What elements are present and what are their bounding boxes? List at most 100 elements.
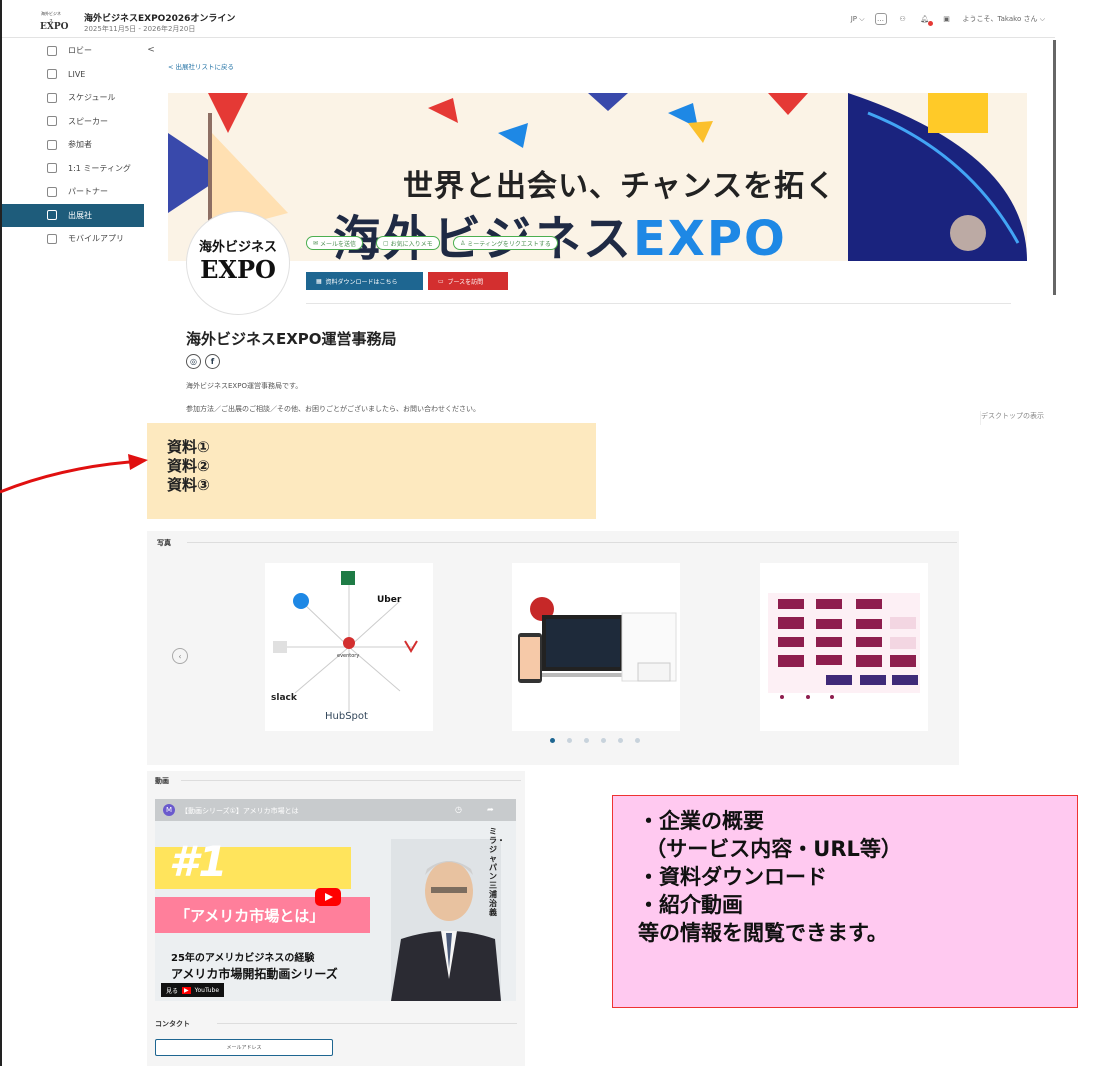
eventory-label: eventory	[337, 653, 360, 659]
carousel-dot[interactable]	[635, 738, 640, 743]
devices-mockup	[518, 597, 677, 683]
material-item[interactable]: 資料①	[167, 438, 596, 457]
memo-icon: ▢	[383, 239, 391, 247]
clock-icon[interactable]: ◷	[455, 805, 462, 814]
chat-icon[interactable]: …	[874, 13, 887, 25]
sidebar-item[interactable]: パートナー	[2, 180, 144, 204]
material-item[interactable]: 資料③	[167, 476, 596, 495]
welcome-text: ようこそ、Takako さん	[962, 15, 1038, 23]
logo-text-bottom: EXPO	[40, 22, 69, 32]
exhibitor-banner: 世界と出会い、チャンスを拓く 海外ビジネスEXPO	[168, 93, 1027, 261]
back-to-exhibitors-link[interactable]: < 出展社リストに戻る	[168, 61, 234, 71]
sidebar-item-label: スピーカー	[68, 116, 108, 126]
hubspot-label: HubSpot	[325, 711, 368, 722]
sidebar-item[interactable]: 1:1 ミーティング	[2, 157, 144, 181]
live-icon	[47, 69, 57, 80]
favorite-memo-button[interactable]: ▢ お気に入りメモ	[376, 236, 440, 250]
avatar-line2: EXPO	[200, 255, 276, 284]
photo-card[interactable]	[760, 563, 928, 731]
welcome-menu[interactable]: ようこそ、Takako さん ⌵	[963, 14, 1045, 24]
carousel-dots	[550, 738, 640, 743]
flow-diagram	[768, 593, 920, 699]
facebook-icon[interactable]: f	[205, 354, 220, 369]
calendar-icon	[47, 92, 57, 103]
exhibitor-icon	[47, 210, 57, 221]
sidebar-item[interactable]: モバイルアプリ	[2, 227, 144, 251]
watch-on-youtube[interactable]: 見る ▶ YouTube	[161, 983, 225, 997]
sidebar-item-label: 1:1 ミーティング	[68, 163, 131, 173]
sidebar-item[interactable]: スピーカー	[2, 110, 144, 134]
website-icon[interactable]: ◎	[186, 354, 201, 369]
sidebar-item[interactable]: 参加者	[2, 133, 144, 157]
sidebar-item[interactable]: スケジュール	[2, 86, 144, 110]
photo-card[interactable]: Uber eventory slack HubSpot	[265, 563, 433, 731]
sidebar-item-label: LIVE	[68, 69, 86, 79]
sidebar-item-label: モバイルアプリ	[68, 234, 124, 244]
send-mail-button[interactable]: ✉ メールを送信	[306, 236, 363, 250]
person-icon: ♙	[460, 239, 468, 247]
sidebar-item-label: 参加者	[68, 140, 92, 150]
share-icon[interactable]: ➦	[487, 805, 494, 814]
partner-icon	[47, 186, 57, 197]
bell-icon[interactable]: 🔔︎	[919, 13, 933, 26]
video-thumbnail[interactable]: M 【動画シリーズ①】アメリカ市場とは ◷ ➦ #1 「アメリカ市場とは」 25…	[155, 799, 516, 1001]
episode-number: #1	[169, 837, 228, 886]
carousel-dot[interactable]	[550, 738, 555, 743]
email-address-button[interactable]: メールアドレス	[155, 1039, 333, 1056]
presenter-name: ミラ・ジャパン三浦治義	[489, 827, 505, 917]
people-connect-icon[interactable]: ⚇	[897, 13, 909, 25]
meeting-icon	[47, 163, 57, 174]
episode-subtitle: 「アメリカ市場とは」	[175, 907, 325, 925]
sidebar-item-label: ロビー	[68, 46, 92, 56]
send-mail-label: メールを送信	[319, 240, 356, 248]
exhibitor-description-2: 参加方法／ご出展のご相談／その他、お困りごとがございましたら、お問い合わせくださ…	[186, 405, 480, 413]
presenter-image	[391, 839, 501, 1001]
mobile-icon	[47, 233, 57, 244]
slack-label: slack	[271, 693, 297, 703]
carousel-dot[interactable]	[567, 738, 572, 743]
carousel-dot[interactable]	[601, 738, 606, 743]
language-select[interactable]: JP ⌵	[851, 15, 865, 24]
section-divider	[187, 542, 957, 543]
banner-title: 海外ビジネスEXPO	[333, 199, 787, 261]
download-label: 資料ダウンロードはこちら	[325, 278, 398, 286]
visit-booth-button[interactable]: ▭ ブースを訪問	[428, 272, 508, 290]
carousel-dot[interactable]	[618, 738, 623, 743]
sidebar-item-label: パートナー	[68, 187, 108, 197]
sidebar-collapse-button[interactable]: <	[144, 42, 158, 58]
youtube-label: YouTube	[194, 986, 220, 994]
app-dates: 2025年11月5日 - 2026年2月20日	[84, 25, 196, 33]
banner-title-en: EXPO	[633, 211, 787, 261]
photos-label: 写真	[157, 539, 171, 547]
photo-card[interactable]	[512, 563, 680, 731]
sidebar-item[interactable]: ロビー	[2, 39, 144, 63]
app-title: 海外ビジネスEXPO2026オンライン	[84, 14, 236, 24]
video-icon: ▭	[438, 277, 448, 285]
download-materials-button[interactable]: ▦ 資料ダウンロードはこちら	[306, 272, 423, 290]
event-logo[interactable]: 海外ビジネス EXPO	[40, 10, 69, 32]
scrollbar[interactable]	[1053, 40, 1056, 295]
video-caption-1: 25年のアメリカビジネスの経験	[171, 953, 315, 964]
desktop-view-link[interactable]: デスクトップの表示	[980, 411, 1055, 425]
speaker-icon	[47, 116, 57, 127]
sidebar-item[interactable]: 出展社	[2, 203, 144, 227]
grid-icon: ▦	[316, 277, 326, 285]
section-divider	[217, 1023, 517, 1024]
top-right-controls: JP ⌵ … ⚇ 🔔︎ ▣ ようこそ、Takako さん ⌵	[851, 13, 1045, 26]
divider	[306, 303, 1011, 304]
material-item[interactable]: 資料②	[167, 457, 596, 476]
uber-label: Uber	[377, 595, 402, 605]
visit-booth-label: ブースを訪問	[447, 278, 484, 286]
carousel-dot[interactable]	[584, 738, 589, 743]
sidebar-item[interactable]: LIVE	[2, 63, 144, 87]
sidebar-item-label: 出展社	[68, 210, 92, 220]
request-meeting-button[interactable]: ♙ ミーティングをリクエストする	[453, 236, 558, 250]
videos-section: 動画 M 【動画シリーズ①】アメリカ市場とは ◷ ➦ #1 「アメリカ市場とは」…	[147, 771, 525, 1066]
integrations-diagram	[273, 571, 418, 713]
top-bar: 海外ビジネス EXPO 海外ビジネスEXPO2026オンライン 2025年11月…	[2, 0, 1055, 38]
contact-label: コンタクト	[155, 1020, 190, 1028]
exhibitor-avatar: 海外ビジネス EXPO	[186, 211, 290, 315]
avatar-icon[interactable]: ▣	[941, 13, 953, 25]
play-icon[interactable]	[315, 888, 341, 906]
carousel-prev-button[interactable]: ‹	[172, 648, 188, 664]
